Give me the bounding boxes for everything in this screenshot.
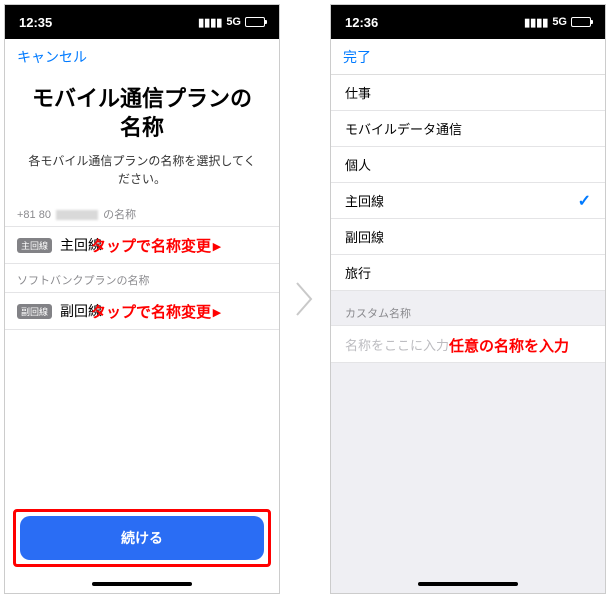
custom-label-input[interactable]: 名称をここに入力 任意の名称を入力 bbox=[331, 325, 605, 363]
phone-left: 12:35 ▮▮▮▮ 5G キャンセル モバイル通信プランの名称 各モバイル通信… bbox=[4, 4, 280, 594]
section-header-sim2: ソフトバンクプランの名称 bbox=[5, 264, 279, 292]
chevron-right-icon bbox=[291, 279, 319, 319]
annotation-tap-rename: タップで名称変更▸ bbox=[91, 235, 221, 256]
cancel-button[interactable]: キャンセル bbox=[17, 47, 87, 67]
status-time: 12:36 bbox=[345, 15, 378, 30]
phone-right: 12:36 ▮▮▮▮ 5G 完了 仕事 モバイルデータ通信 個人 主回線 ✓ bbox=[330, 4, 606, 594]
label-option-personal[interactable]: 個人 bbox=[331, 147, 605, 183]
battery-icon bbox=[571, 17, 591, 27]
input-placeholder: 名称をここに入力 bbox=[345, 335, 449, 354]
annotation-enter-name: 任意の名称を入力 bbox=[449, 335, 569, 356]
content-left: モバイル通信プランの名称 各モバイル通信プランの名称を選択してください。 +81… bbox=[5, 75, 279, 593]
plan-label: 副回線 bbox=[60, 301, 102, 321]
status-right: ▮▮▮▮ 5G bbox=[524, 16, 591, 29]
plan-badge: 副回線 bbox=[17, 304, 52, 319]
custom-label-header: カスタム名称 bbox=[331, 291, 605, 325]
label-option-travel[interactable]: 旅行 bbox=[331, 255, 605, 291]
page-title: モバイル通信プランの名称 bbox=[5, 75, 279, 148]
plan-badge: 主回線 bbox=[17, 238, 52, 253]
label-option-work[interactable]: 仕事 bbox=[331, 75, 605, 111]
label-option-primary[interactable]: 主回線 ✓ bbox=[331, 183, 605, 219]
status-bar: 12:36 ▮▮▮▮ 5G bbox=[331, 5, 605, 39]
network-label: 5G bbox=[552, 16, 567, 28]
label-list: 仕事 モバイルデータ通信 個人 主回線 ✓ 副回線 旅行 カスタム名称 名称をこ… bbox=[331, 75, 605, 593]
plan-row-primary[interactable]: 主回線 主回線 タップで名称変更▸ bbox=[5, 226, 279, 264]
section-header-sim1: +81 80 の名称 bbox=[5, 198, 279, 226]
label-option-mobile-data[interactable]: モバイルデータ通信 bbox=[331, 111, 605, 147]
annotation-tap-rename: タップで名称変更▸ bbox=[91, 301, 221, 322]
nav-bar: 完了 bbox=[331, 39, 605, 75]
signal-icon: ▮▮▮▮ bbox=[524, 16, 548, 29]
continue-button[interactable]: 続ける bbox=[20, 516, 264, 560]
page-subtitle: 各モバイル通信プランの名称を選択してください。 bbox=[5, 148, 279, 198]
blank-area bbox=[331, 363, 605, 575]
label-option-secondary[interactable]: 副回線 bbox=[331, 219, 605, 255]
plan-label: 主回線 bbox=[60, 235, 102, 255]
battery-icon bbox=[245, 17, 265, 27]
home-indicator bbox=[5, 575, 279, 593]
status-time: 12:35 bbox=[19, 15, 52, 30]
done-button[interactable]: 完了 bbox=[343, 47, 371, 67]
checkmark-icon: ✓ bbox=[578, 191, 591, 211]
nav-bar: キャンセル bbox=[5, 39, 279, 75]
continue-wrap: 続ける bbox=[5, 501, 279, 575]
arrow-between bbox=[288, 279, 322, 319]
signal-icon: ▮▮▮▮ bbox=[198, 16, 222, 29]
redacted-number bbox=[56, 210, 98, 220]
plan-row-secondary[interactable]: 副回線 副回線 タップで名称変更▸ bbox=[5, 292, 279, 330]
status-bar: 12:35 ▮▮▮▮ 5G bbox=[5, 5, 279, 39]
highlight-box: 続ける bbox=[13, 509, 271, 567]
status-right: ▮▮▮▮ 5G bbox=[198, 16, 265, 29]
home-indicator bbox=[331, 575, 605, 593]
network-label: 5G bbox=[226, 16, 241, 28]
